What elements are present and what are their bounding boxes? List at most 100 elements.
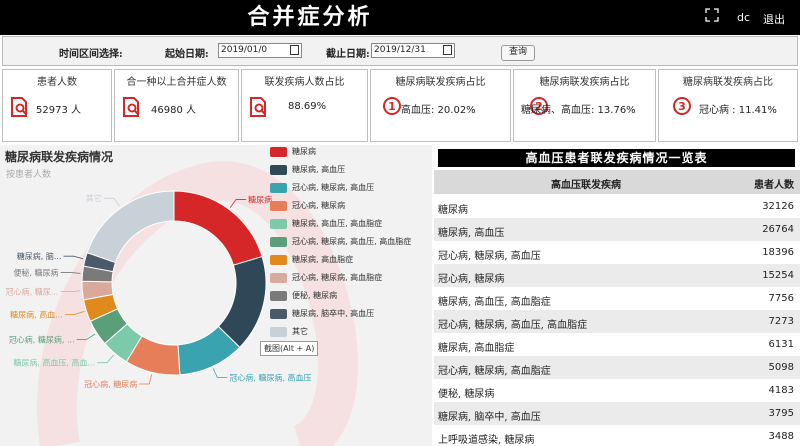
legend-label: 冠心病, 糖尿病 xyxy=(292,201,346,210)
slice-label: 便秘, 糖尿病 xyxy=(13,267,58,277)
row-disease: 冠心病, 糖尿病, 高血压, 高血脂症 xyxy=(438,320,588,331)
label-leader-line xyxy=(64,310,85,315)
table-row[interactable]: 上呼吸道感染, 糖尿病 3488 xyxy=(434,425,800,446)
column-header-disease[interactable]: 高血压联发疾病 xyxy=(551,176,621,191)
legend-label: 便秘, 糖尿病 xyxy=(292,291,338,300)
card-value: 冠心病 : 11.41% xyxy=(699,105,777,116)
row-disease: 上呼吸道感染, 糖尿病 xyxy=(438,435,535,446)
table-row[interactable]: 糖尿病, 高血压, 高血脂症 7756 xyxy=(434,287,800,310)
slice-label: 冠心病, 糖尿... xyxy=(6,287,59,297)
calendar-icon[interactable] xyxy=(443,45,452,55)
rank-badge: 3 xyxy=(673,97,691,115)
column-header-count[interactable]: 患者人数 xyxy=(754,176,794,191)
top-bar: 合并症分析 dc 退出 xyxy=(0,0,800,35)
legend-label: 糖尿病 xyxy=(292,147,316,156)
row-disease: 糖尿病, 高血脂症 xyxy=(438,343,515,354)
table-row[interactable]: 冠心病, 糖尿病, 高血压, 高血脂症 7273 xyxy=(434,310,800,333)
legend-swatch xyxy=(270,273,287,283)
legend-swatch xyxy=(270,255,287,265)
label-leader-line xyxy=(60,272,81,274)
start-date-value: 2019/01/0 xyxy=(221,45,268,55)
row-count: 5098 xyxy=(768,362,794,373)
table-title: 高血压患者联发疾病情况一览表 xyxy=(438,149,795,167)
calendar-icon[interactable] xyxy=(290,45,299,55)
screenshot-tooltip: 截图(Alt + A) xyxy=(260,341,319,356)
start-date-label: 起始日期: xyxy=(165,49,209,60)
end-date-value: 2019/12/31 xyxy=(374,45,426,55)
card-value: 高血压: 20.02% xyxy=(401,105,476,116)
table-row[interactable]: 糖尿病, 高血脂症 6131 xyxy=(434,333,800,356)
legend-swatch xyxy=(270,165,287,175)
label-leader-line xyxy=(76,333,96,340)
label-leader-line xyxy=(229,199,247,208)
legend-label: 冠心病, 糖尿病, 高血脂症 xyxy=(292,273,383,282)
row-disease: 糖尿病, 高血压 xyxy=(438,228,505,239)
card-title: 糖尿病联发疾病占比 xyxy=(683,77,773,88)
logout-link[interactable]: 退出 xyxy=(763,11,785,27)
document-search-icon xyxy=(250,97,266,117)
label-leader-line xyxy=(63,255,84,260)
table-row[interactable]: 糖尿病, 高血压 26764 xyxy=(434,218,800,241)
row-count: 32126 xyxy=(762,201,794,212)
card-title: 患者人数 xyxy=(37,77,77,88)
fullscreen-icon[interactable] xyxy=(705,8,719,22)
card-value: 88.69% xyxy=(288,101,327,112)
table-row[interactable]: 冠心病, 糖尿病, 高血压 18396 xyxy=(434,241,800,264)
legend-swatch xyxy=(270,183,287,193)
label-leader-line xyxy=(212,368,228,378)
slice-label: 糖尿病, 高血... xyxy=(10,309,63,319)
row-disease: 糖尿病 xyxy=(438,205,468,216)
legend-swatch xyxy=(270,309,287,319)
legend-label: 其它 xyxy=(292,327,308,336)
card-value: 糖尿病、高血压: 13.76% xyxy=(521,105,636,116)
legend-swatch xyxy=(270,291,287,301)
row-count: 7756 xyxy=(768,293,794,304)
row-count: 3795 xyxy=(768,408,794,419)
stat-card-patients: 患者人数 52973 人 xyxy=(2,69,112,142)
label-leader-line xyxy=(60,290,81,293)
slice-label: 其它 xyxy=(86,193,102,203)
card-value: 52973 人 xyxy=(36,105,81,116)
table-row[interactable]: 便秘, 糖尿病 4183 xyxy=(434,379,800,402)
row-count: 18396 xyxy=(762,247,794,258)
row-disease: 便秘, 糖尿病 xyxy=(438,389,495,400)
card-title: 合一种以上合并症人数 xyxy=(126,77,227,88)
label-leader-line xyxy=(103,197,120,207)
document-search-icon xyxy=(123,97,139,117)
row-disease: 糖尿病, 高血压, 高血脂症 xyxy=(438,297,551,308)
legend-label: 冠心病, 糖尿病, 高血压, 高血脂症 xyxy=(292,237,412,246)
legend-swatch xyxy=(270,219,287,229)
stat-card-rank1: 糖尿病联发疾病占比 1 高血压: 20.02% xyxy=(370,69,511,142)
row-count: 3488 xyxy=(768,431,794,442)
label-leader-line xyxy=(97,354,114,364)
legend-label: 糖尿病, 脑卒中, 高血压 xyxy=(292,309,375,318)
stat-card-ratio: 联发疾病人数占比 88.69% xyxy=(241,69,368,142)
table-row[interactable]: 糖尿病 32126 xyxy=(434,195,800,218)
row-disease: 糖尿病, 脑卒中, 高血压 xyxy=(438,412,541,423)
legend-swatch xyxy=(270,201,287,211)
row-count: 4183 xyxy=(768,385,794,396)
table-row[interactable]: 冠心病, 糖尿病, 高血脂症 5098 xyxy=(434,356,800,379)
start-date-input[interactable]: 2019/01/0 xyxy=(218,43,302,58)
card-title: 联发疾病人数占比 xyxy=(264,77,345,88)
card-value: 46980 人 xyxy=(151,105,196,116)
stat-card-comorbid: 合一种以上合并症人数 46980 人 xyxy=(114,69,239,142)
query-button[interactable]: 查询 xyxy=(501,45,535,61)
card-title: 糖尿病联发疾病占比 xyxy=(395,77,486,88)
table-row[interactable]: 冠心病, 糖尿病 15254 xyxy=(434,264,800,287)
card-title: 糖尿病联发疾病占比 xyxy=(539,77,630,88)
table-header: 高血压联发疾病 患者人数 xyxy=(434,170,800,194)
end-date-input[interactable]: 2019/12/31 xyxy=(371,43,455,58)
table-panel: 高血压患者联发疾病情况一览表 高血压联发疾病 患者人数 糖尿病 32126 糖尿病,… xyxy=(434,145,800,446)
row-disease: 冠心病, 糖尿病 xyxy=(438,274,505,285)
filter-bar: 时间区间选择: 起始日期: 2019/01/0 截止日期: 2019/12/31… xyxy=(2,36,798,66)
rank-badge: 1 xyxy=(383,97,401,115)
slice-label: 冠心病, 糖尿病, ... xyxy=(9,334,75,344)
end-date-label: 截止日期: xyxy=(326,49,370,60)
donut-panel: 糖尿病联发疾病情况 按患者人数 糖尿病 冠心病, 糖尿病, 高血压 冠心病, 糖尿病… xyxy=(0,145,432,446)
legend-swatch xyxy=(270,327,287,337)
table-row[interactable]: 糖尿病, 脑卒中, 高血压 3795 xyxy=(434,402,800,425)
slice-label: 冠心病, 糖尿病, 高血压 xyxy=(229,373,311,383)
user-name[interactable]: dc xyxy=(737,11,750,24)
legend-label: 糖尿病, 高血压, 高血脂症 xyxy=(292,219,383,228)
